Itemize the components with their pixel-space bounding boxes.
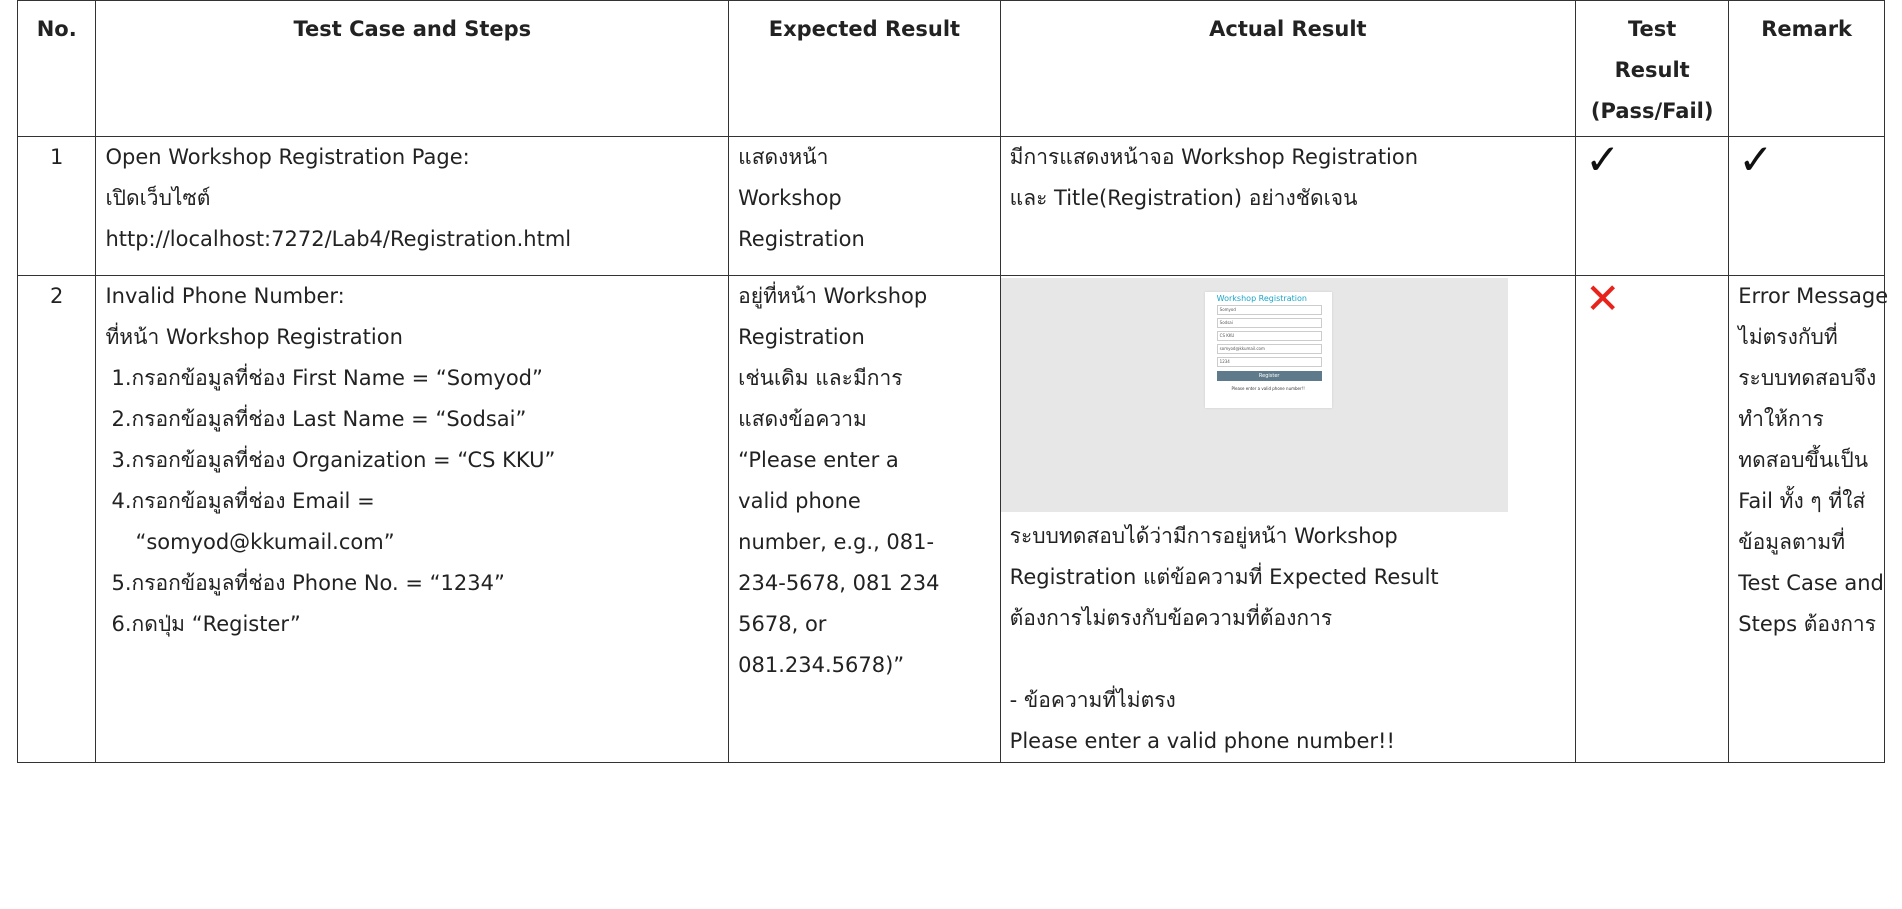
step-line: Invalid Phone Number: xyxy=(105,284,345,308)
expected-line: Registration xyxy=(738,227,865,251)
step-line: 3.กรอกข้อมูลที่ช่อง Organization = “CS K… xyxy=(111,448,556,472)
header-test-result-line: (Pass/Fail) xyxy=(1590,99,1714,123)
step-line: 4.กรอกข้อมูลที่ช่อง Email = xyxy=(111,489,375,513)
expected-cell: แสดงหน้า Workshop Registration xyxy=(728,136,1001,276)
header-actual: Actual Result xyxy=(999,0,1577,137)
steps-cell: Invalid Phone Number: ที่หน้า Workshop R… xyxy=(95,275,730,763)
actual-line-blank xyxy=(1010,639,1566,680)
header-remark: Remark xyxy=(1728,0,1885,137)
actual-line: มีการแสดงหน้าจอ Workshop Registration xyxy=(1009,145,1419,169)
remark-line: Fail ทั้ง ๆ ที่ใส่ xyxy=(1738,489,1866,513)
test-result-cell: ✕ xyxy=(1575,274,1730,763)
expected-line: 5678, or xyxy=(738,612,827,636)
actual-cell: มีการแสดงหน้าจอ Workshop Registration แล… xyxy=(999,136,1577,276)
screenshot-field: Sodsai xyxy=(1216,318,1322,328)
row-number: 1 xyxy=(16,136,97,276)
remark-line: ข้อมูลตามที่ xyxy=(1738,530,1846,554)
remark-line: Test Case and xyxy=(1738,571,1884,595)
screenshot-error-message: Please enter a valid phone number!! xyxy=(1231,386,1305,391)
header-steps: Test Case and Steps xyxy=(95,0,730,137)
screenshot-title: Workshop Registration xyxy=(1216,294,1307,303)
header-expected: Expected Result xyxy=(728,0,1001,137)
header-no: No. xyxy=(16,0,97,137)
remark-cell: ✓ xyxy=(1728,135,1885,276)
actual-cell: Workshop Registration Somyod Sodsai CS K… xyxy=(999,275,1577,763)
screenshot-field: somyod@kkumail.com xyxy=(1216,344,1322,354)
actual-line: - ข้อความที่ไม่ตรง xyxy=(1009,688,1176,712)
expected-cell: อยู่ที่หน้า Workshop Registration เช่นเด… xyxy=(728,275,1001,763)
expected-line: valid phone xyxy=(738,489,861,513)
screenshot-field: CS KKU xyxy=(1216,331,1322,341)
step-line: http://localhost:7272/Lab4/Registration.… xyxy=(105,227,572,251)
remark-line: ไม่ตรงกับที่ xyxy=(1738,325,1838,349)
row-number: 2 xyxy=(16,275,97,763)
expected-line: 081.234.5678)” xyxy=(738,653,905,677)
test-result-cell: ✓ xyxy=(1575,135,1730,276)
remark-line: ระบบทดสอบจึง xyxy=(1738,366,1877,390)
expected-line: number, e.g., 081- xyxy=(738,530,935,554)
expected-line: 234-5678, 081 234 xyxy=(738,571,940,595)
table-row: 1 Open Workshop Registration Page: เปิดเ… xyxy=(16,135,1885,276)
screenshot-register-button: Register xyxy=(1216,371,1322,381)
screenshot-form: Workshop Registration Somyod Sodsai CS K… xyxy=(1204,292,1332,408)
step-line: Open Workshop Registration Page: xyxy=(105,145,470,169)
expected-line: แสดงหน้า xyxy=(738,145,829,169)
step-line: ที่หน้า Workshop Registration xyxy=(105,325,403,349)
header-test-result-line: Test xyxy=(1628,17,1677,41)
expected-line: เช่นเดิม และมีการ xyxy=(738,366,903,390)
actual-line: Please enter a valid phone number!! xyxy=(1009,729,1395,753)
actual-line: และ Title(Registration) อย่างชัดเจน xyxy=(1009,186,1358,210)
actual-line: ระบบทดสอบได้ว่ามีการอยู่หน้า Workshop xyxy=(1009,524,1398,548)
step-line: 1.กรอกข้อมูลที่ช่อง First Name = “Somyod… xyxy=(111,366,543,390)
steps-cell: Open Workshop Registration Page: เปิดเว็… xyxy=(95,136,730,276)
remark-line: Error Message xyxy=(1738,284,1889,308)
screenshot-field: 1234 xyxy=(1216,357,1322,367)
test-case-table: No. Test Case and Steps Expected Result … xyxy=(16,0,1889,763)
expected-line: Registration xyxy=(738,325,865,349)
step-line: เปิดเว็บไซต์ xyxy=(105,186,211,210)
result-screenshot: Workshop Registration Somyod Sodsai CS K… xyxy=(1000,278,1508,512)
expected-line: Workshop xyxy=(738,186,842,210)
expected-line: “Please enter a xyxy=(738,448,899,472)
remark-line: Steps ต้องการ xyxy=(1738,612,1876,636)
expected-line: แสดงข้อความ xyxy=(738,407,867,431)
remark-line: ทดสอบขึ้นเป็น xyxy=(1738,448,1869,472)
screenshot-field: Somyod xyxy=(1216,305,1322,315)
header-row: No. Test Case and Steps Expected Result … xyxy=(16,0,1885,137)
step-line: “somyod@kkumail.com” xyxy=(135,530,395,554)
header-test-result: Test Result (Pass/Fail) xyxy=(1575,0,1730,137)
table-row: 2 Invalid Phone Number: ที่หน้า Workshop… xyxy=(16,274,1889,763)
actual-line: ต้องการไม่ตรงกับข้อความที่ต้องการ xyxy=(1009,606,1333,630)
header-test-result-line: Result xyxy=(1614,58,1690,82)
step-line: 2.กรอกข้อมูลที่ช่อง Last Name = “Sodsai” xyxy=(111,407,527,431)
check-mark-icon: ✓ xyxy=(1585,135,1621,184)
expected-line: อยู่ที่หน้า Workshop xyxy=(738,284,928,308)
step-line: 5.กรอกข้อมูลที่ช่อง Phone No. = “1234” xyxy=(111,571,505,595)
actual-line: Registration แต่ข้อความที่ Expected Resu… xyxy=(1009,565,1439,589)
cross-mark-icon: ✕ xyxy=(1585,274,1621,323)
remark-cell: Error Message ไม่ตรงกับที่ ระบบทดสอบจึง … xyxy=(1728,275,1889,763)
remark-line: ทำให้การ xyxy=(1738,407,1824,431)
check-mark-icon: ✓ xyxy=(1738,135,1774,184)
step-line: 6.กดปุ่ม “Register” xyxy=(111,612,301,636)
